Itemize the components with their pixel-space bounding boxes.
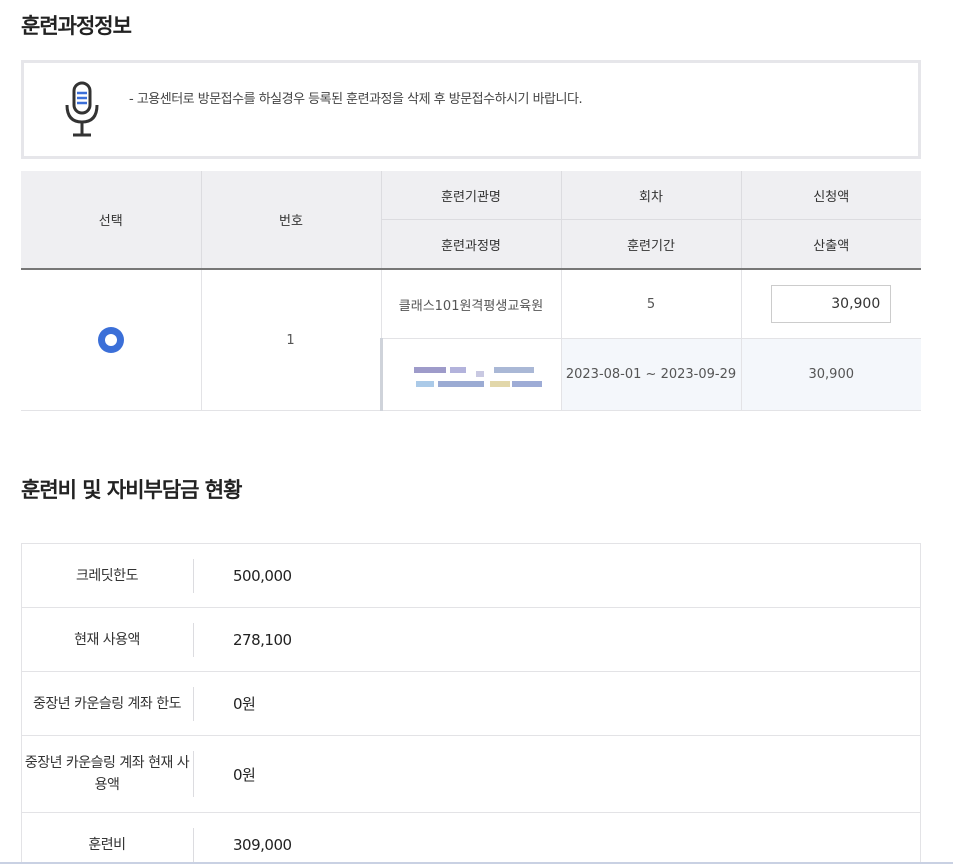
summary-value: 309,000 (233, 835, 292, 854)
summary-row-training-cost: 훈련비 309,000 (22, 813, 920, 864)
header-number: 번호 (201, 171, 382, 270)
header-period: 훈련기간 (561, 219, 742, 270)
course-name-cell (379, 338, 562, 411)
header-request-amount: 신청액 (741, 171, 921, 220)
summary-label: 현재 사용액 (22, 622, 194, 657)
summary-value: 278,100 (233, 630, 292, 649)
course-table: 선택 번호 훈련기관명 회차 신청액 훈련과정명 훈련기간 산출액 1 클래스1… (21, 171, 921, 411)
header-select: 선택 (21, 171, 202, 270)
institution-cell: 클래스101원격평생교육원 (381, 269, 562, 339)
request-amount-cell (741, 269, 921, 339)
number-cell: 1 (201, 269, 382, 411)
table-row: 1 클래스101원격평생교육원 5 (21, 269, 921, 411)
summary-row-credit-limit: 크레딧한도 500,000 (22, 544, 920, 608)
select-cell (21, 269, 202, 411)
course-radio-button[interactable] (97, 327, 124, 353)
page: 훈련과정정보 - 고용센터로 방문접수를 하실경우 등록된 훈련과정을 삭제 후… (0, 0, 953, 864)
summary-label: 크레딧한도 (22, 558, 194, 593)
round-cell: 5 (561, 269, 742, 339)
summary-row-current-usage: 현재 사용액 278,100 (22, 608, 920, 672)
summary-label: 훈련비 (22, 827, 194, 862)
header-calc-amount: 산출액 (741, 219, 921, 270)
header-course-name: 훈련과정명 (381, 219, 562, 270)
request-amount-input[interactable] (771, 285, 892, 323)
section-title-course-info: 훈련과정정보 (21, 14, 132, 38)
notice-box: - 고용센터로 방문접수를 하실경우 등록된 훈련과정을 삭제 후 방문접수하시… (21, 60, 921, 159)
redacted-course-name (398, 355, 546, 395)
summary-value: 0원 (233, 765, 256, 784)
header-round: 회차 (561, 171, 742, 220)
period-cell: 2023-08-01 ~ 2023-09-29 (561, 338, 742, 411)
header-institution: 훈련기관명 (381, 171, 562, 220)
summary-row-counseling-limit: 중장년 카운슬링 계좌 한도 0원 (22, 672, 920, 736)
summary-value: 0원 (233, 695, 256, 713)
cost-summary-table: 크레딧한도 500,000 현재 사용액 278,100 중장년 카운슬링 계좌… (21, 543, 921, 864)
summary-label: 중장년 카운슬링 계좌 현재 사용액 (22, 751, 194, 797)
summary-row-counseling-usage: 중장년 카운슬링 계좌 현재 사용액 0원 (22, 736, 920, 813)
summary-value: 500,000 (233, 566, 292, 585)
microphone-icon (65, 81, 99, 137)
summary-label: 중장년 카운슬링 계좌 한도 (22, 686, 194, 721)
section-title-cost-status: 훈련비 및 자비부담금 현황 (21, 478, 242, 502)
calc-amount-cell: 30,900 (741, 338, 921, 411)
notice-text: - 고용센터로 방문접수를 하실경우 등록된 훈련과정을 삭제 후 방문접수하시… (129, 92, 583, 107)
